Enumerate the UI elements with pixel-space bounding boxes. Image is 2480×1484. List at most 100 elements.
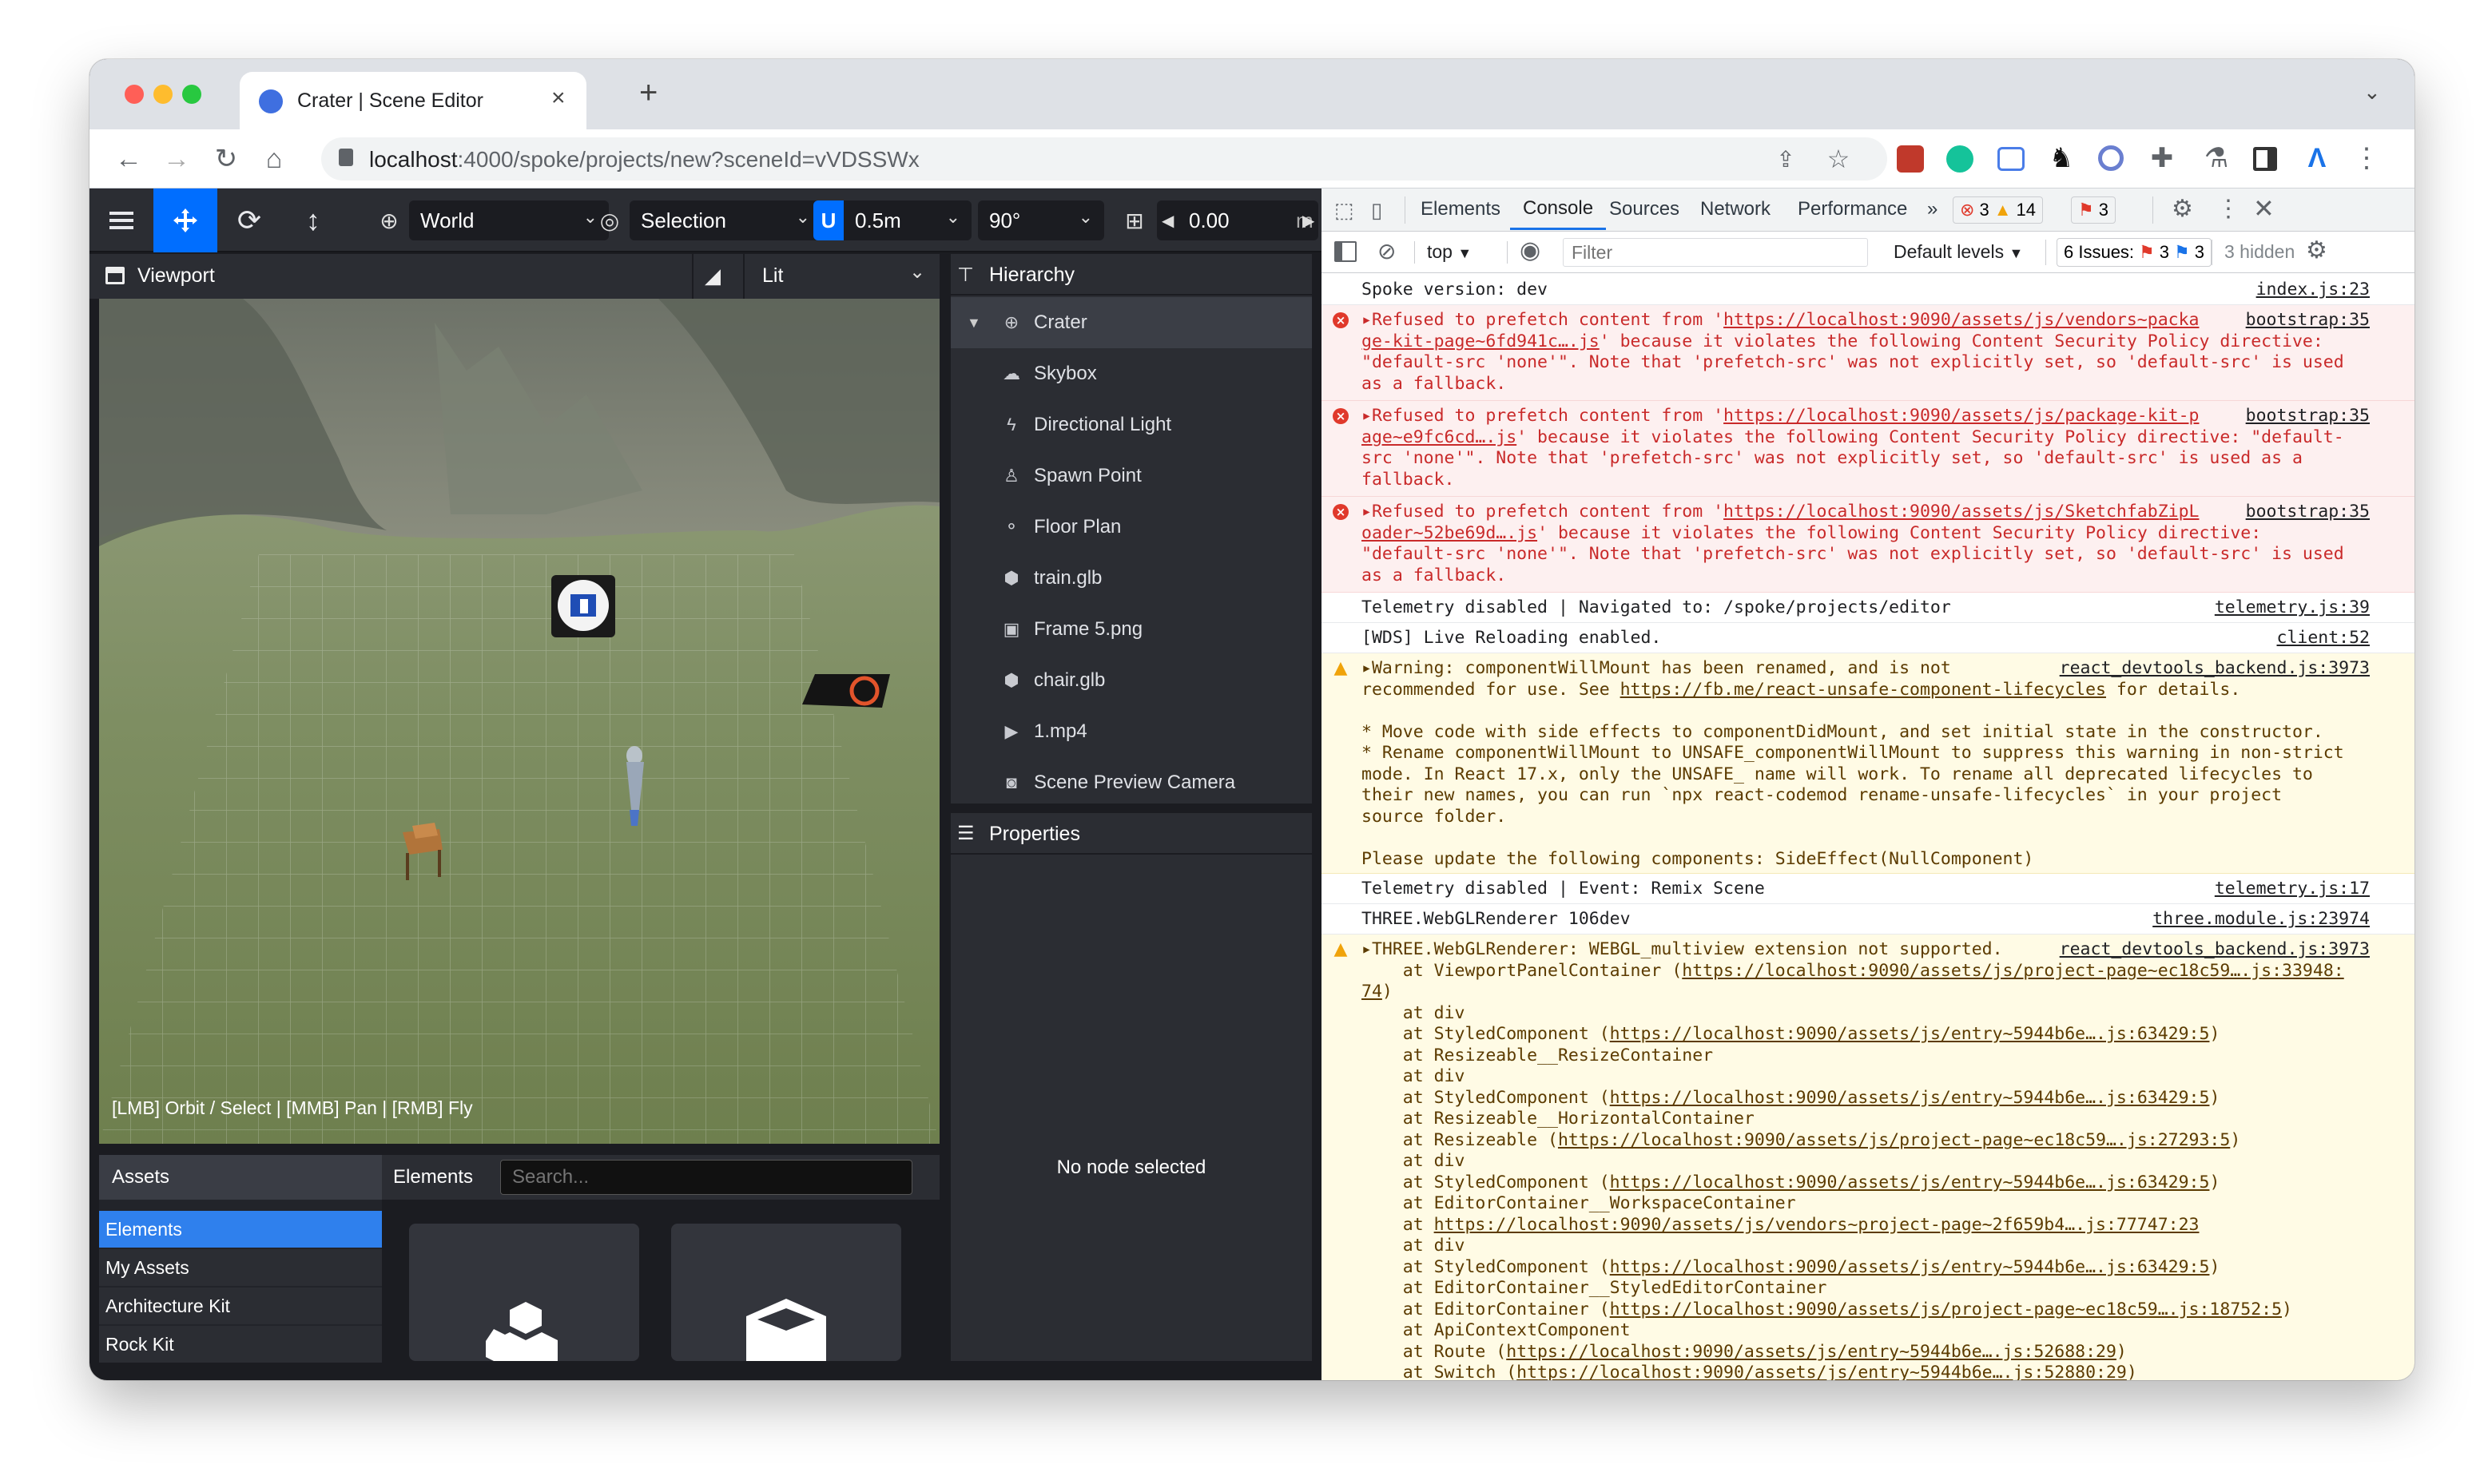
render-mode-dropdown[interactable]: Lit ⌄	[745, 254, 940, 299]
console-counters[interactable]: ⊗ 3 ▲ 14	[1953, 196, 2043, 224]
console-url-link[interactable]: https://fb.me/react-unsafe-component-lif…	[1620, 680, 2106, 700]
snap-rotate-dropdown[interactable]: 90° ⌄	[978, 200, 1104, 240]
reload-icon[interactable]: ↻	[206, 139, 246, 179]
lab-flask-icon[interactable]: ⚗	[2199, 141, 2234, 176]
console-source-link[interactable]: bootstrap:35	[2246, 406, 2370, 427]
tab-network[interactable]: Network	[1700, 188, 1771, 230]
console-url-link[interactable]: https://localhost:9090/assets/js/entry~5…	[1610, 1088, 2210, 1108]
pivot-dropdown[interactable]: Selection ⌄	[630, 200, 821, 240]
console-source-link[interactable]: client:52	[2277, 628, 2371, 649]
console-source-link[interactable]: telemetry.js:17	[2215, 879, 2370, 900]
close-window-button[interactable]	[125, 85, 144, 104]
scale-tool-icon[interactable]: ↕	[281, 188, 345, 252]
close-devtools-icon[interactable]: ✕	[2253, 193, 2275, 224]
console-url-link[interactable]: https://localhost:9090/assets/js/vendors…	[1723, 310, 2199, 330]
hierarchy-item-spawn-point[interactable]: ♙ Spawn Point	[951, 450, 1312, 502]
forward-icon[interactable]: →	[157, 139, 197, 179]
caret-down-icon[interactable]: ▼	[967, 315, 981, 331]
issues-counter[interactable]: ⚑ 3	[2071, 196, 2116, 224]
asset-search-input[interactable]	[500, 1160, 912, 1195]
more-tabs-button[interactable]: »	[1927, 188, 1938, 230]
console-settings-icon[interactable]: ⚙	[2306, 236, 2327, 264]
hierarchy-root-crater[interactable]: ▼ ⊕ Crater	[951, 297, 1312, 348]
home-icon[interactable]: ⌂	[254, 139, 294, 179]
console-url-link[interactable]: https://localhost:9090/assets/js/entry~5…	[1610, 1257, 2210, 1277]
back-icon[interactable]: ←	[109, 139, 149, 179]
snap-translate-dropdown[interactable]: 0.5m ⌄	[844, 200, 972, 240]
snap-magnet-icon[interactable]: U	[813, 200, 844, 240]
decrement-icon[interactable]: ◀	[1162, 211, 1174, 231]
new-tab-button[interactable]: +	[639, 75, 658, 111]
device-toolbar-icon[interactable]: ▯	[1371, 198, 1382, 223]
hierarchy-item-directional-light[interactable]: ϟ Directional Light	[951, 399, 1312, 450]
console-url-link[interactable]: https://localhost:9090/assets/js/entry~5…	[1610, 1173, 2210, 1192]
extension-circle-icon[interactable]	[2098, 145, 2124, 171]
console-url-link[interactable]: oader~52be69d….js	[1361, 523, 1537, 543]
console-url-link[interactable]: https://localhost:9090/assets/js/Sketchf…	[1723, 502, 2199, 522]
settings-gear-icon[interactable]: ⚙	[2172, 195, 2193, 223]
grid-icon[interactable]: ⊞	[1119, 200, 1151, 240]
inspect-element-icon[interactable]: ⬚	[1334, 198, 1354, 223]
hierarchy-item-train[interactable]: ⬢ train.glb	[951, 553, 1312, 604]
eye-icon[interactable]: ◉	[1520, 236, 1540, 264]
increment-icon[interactable]: ▶	[1302, 200, 1321, 240]
console-source-link[interactable]: telemetry.js:39	[2215, 597, 2370, 619]
console-source-link[interactable]: bootstrap:35	[2246, 502, 2370, 523]
console-url-link[interactable]: https://localhost:9090/assets/js/vendors…	[1434, 1215, 2200, 1235]
extensions-puzzle-icon[interactable]: ✚	[2144, 141, 2180, 176]
browser-tab[interactable]: Crater | Scene Editor ×	[240, 72, 586, 129]
asset-source-rock-kit[interactable]: Rock Kit	[99, 1326, 382, 1363]
side-panel-icon[interactable]	[2253, 147, 2277, 171]
console-source-link[interactable]: bootstrap:35	[2246, 310, 2370, 331]
console-source-link[interactable]: react_devtools_backend.js:3973	[2060, 939, 2370, 961]
zoom-window-button[interactable]	[182, 85, 201, 104]
browser-menu-icon[interactable]: ⋮	[2351, 141, 2383, 176]
extension-ladybug-icon[interactable]	[1897, 145, 1924, 173]
tab-search-icon[interactable]: ⌄	[2363, 80, 2381, 105]
clear-console-icon[interactable]: ⊘	[1377, 238, 1396, 264]
issues-button[interactable]: 6 Issues: ⚑ 3 ⚑ 3	[2057, 238, 2212, 267]
minimize-window-button[interactable]	[153, 85, 173, 104]
tab-elements[interactable]: Elements	[1421, 188, 1500, 230]
tab-console[interactable]: Console	[1510, 188, 1607, 230]
profile-icon[interactable]: Λ	[2299, 141, 2335, 176]
console-url-link[interactable]: ge-kit-page~6fd941c….js	[1361, 331, 1600, 351]
hierarchy-item-chair[interactable]: ⬢ chair.glb	[951, 655, 1312, 706]
translate-tool-icon[interactable]	[153, 188, 217, 252]
hierarchy-item-preview-camera[interactable]: ◙ Scene Preview Camera	[951, 757, 1312, 808]
console-source-link[interactable]: index.js:23	[2256, 280, 2370, 301]
viewport-canvas[interactable]: [LMB] Orbit / Select | [MMB] Pan | [RMB]…	[99, 299, 940, 1144]
console-url-link[interactable]: https://localhost:9090/assets/js/entry~5…	[1516, 1363, 2127, 1380]
share-icon[interactable]: ⇪	[1767, 141, 1804, 177]
console-url-link[interactable]: https://localhost:9090/assets/js/project…	[1682, 961, 2343, 981]
extension-screen-icon[interactable]	[1997, 147, 2025, 171]
grid-height-input[interactable]: ◀ 0.00 m	[1157, 200, 1318, 240]
console-url-link[interactable]: https://localhost:9090/assets/js/entry~5…	[1610, 1024, 2210, 1044]
devtools-menu-icon[interactable]: ⋮	[2216, 195, 2240, 223]
console-url-link[interactable]: 74	[1361, 982, 1382, 1002]
stats-chart-icon[interactable]: ◢	[705, 264, 721, 288]
rotate-tool-icon[interactable]: ⟳	[217, 188, 281, 252]
hierarchy-item-skybox[interactable]: ☁ Skybox	[951, 348, 1312, 399]
console-url-link[interactable]: https://localhost:9090/assets/js/project…	[1558, 1130, 2230, 1150]
asset-tile[interactable]	[409, 1224, 639, 1361]
menu-icon[interactable]	[89, 188, 153, 252]
console-url-link[interactable]: https://localhost:9090/assets/js/entry~5…	[1506, 1342, 2116, 1362]
log-levels-dropdown[interactable]: Default levels ▼	[1894, 241, 2023, 263]
bookmark-star-icon[interactable]: ☆	[1820, 141, 1857, 177]
url-bar[interactable]: localhost:4000/spoke/projects/new?sceneI…	[321, 137, 1887, 181]
console-url-link[interactable]: age~e9fc6cd….js	[1361, 427, 1516, 447]
hierarchy-item-frame[interactable]: ▣ Frame 5.png	[951, 604, 1312, 655]
console-url-link[interactable]: https://localhost:9090/assets/js/project…	[1610, 1299, 2282, 1319]
sidebar-toggle-icon[interactable]	[1334, 241, 1357, 262]
extension-grammarly-icon[interactable]	[1946, 145, 1973, 173]
console-source-link[interactable]: react_devtools_backend.js:3973	[2060, 658, 2370, 680]
hierarchy-item-video[interactable]: ▶ 1.mp4	[951, 706, 1312, 757]
asset-source-elements[interactable]: Elements	[99, 1211, 382, 1248]
context-selector[interactable]: top ▼	[1427, 241, 1472, 263]
console-source-link[interactable]: three.module.js:23974	[2152, 909, 2370, 930]
asset-tile[interactable]	[671, 1224, 901, 1361]
asset-source-my-assets[interactable]: My Assets	[99, 1249, 382, 1286]
console-url-link[interactable]: https://localhost:9090/assets/js/package…	[1723, 406, 2199, 426]
hierarchy-item-floor-plan[interactable]: ⚬ Floor Plan	[951, 502, 1312, 553]
